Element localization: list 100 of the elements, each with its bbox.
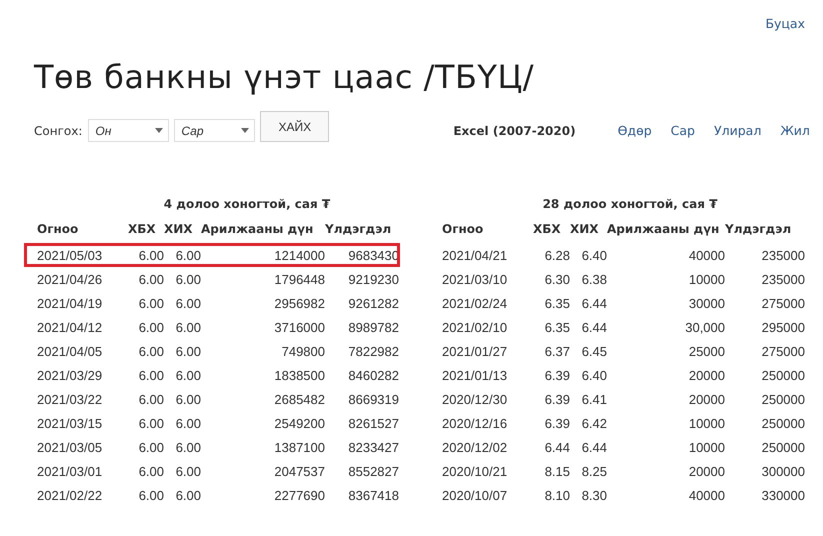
table-cell-text: 8.30	[580, 488, 607, 502]
table-cell-text: 2020/12/16	[442, 416, 508, 430]
column-header: Үлдэгдэл	[325, 222, 392, 236]
table-cell-text: 8.25	[580, 464, 607, 478]
period-link[interactable]: Улирал	[714, 123, 762, 138]
table-cell-text: 275000	[760, 344, 805, 358]
table-cell-text: 2021/04/19	[37, 296, 104, 310]
table-cell-text: 2549200	[273, 416, 325, 430]
table-cell-text: 235000	[760, 272, 805, 286]
table-cell-text: 250000	[760, 392, 805, 406]
table-cell-text: 2021/03/29	[37, 368, 104, 382]
table-cell-text: 6.30	[544, 272, 570, 286]
table-title: 4 долоо хоногтой, сая ₮	[162, 197, 332, 213]
table-cell-text: 6.00	[138, 440, 164, 454]
table-cell-text: 1387100	[273, 440, 325, 454]
table-cell-text: 2021/01/13	[442, 368, 508, 382]
column-header: Арилжааны дүн	[607, 222, 720, 236]
table-cell-text: 2021/04/12	[37, 320, 104, 334]
table-cell-text: 6.44	[580, 296, 607, 310]
table-cell-text: 6.00	[174, 248, 201, 262]
table-cell-text: 8460282	[347, 368, 399, 382]
period-link[interactable]: Сар	[670, 123, 695, 138]
table-cell-text: 6.35	[544, 320, 570, 334]
table-cell-text: 6.00	[138, 272, 164, 286]
table-cell-text: 8552827	[347, 464, 399, 478]
period-link[interactable]: Өдөр	[618, 123, 652, 138]
table-cell-text: 6.00	[138, 488, 164, 502]
month-select[interactable]: Сар	[174, 119, 256, 142]
column-header: ХИХ	[164, 222, 194, 236]
table-cell-text: 6.40	[580, 248, 607, 262]
period-link[interactable]: Жил	[780, 123, 810, 138]
table-cell-text: 2277690	[273, 488, 325, 502]
excel-label: Excel (2007-2020)	[453, 124, 576, 138]
table-cell-text: 2021/05/03	[37, 248, 104, 262]
caret-icon	[241, 128, 250, 133]
table-cell-text: 275000	[760, 296, 805, 310]
table-cell-text: 3716000	[273, 320, 325, 334]
table-cell-text: 8.15	[544, 464, 570, 478]
table-cell-text: 2021/03/22	[37, 392, 104, 406]
column-header: ХБХ	[533, 222, 562, 236]
table-cell-text: 1838500	[273, 368, 325, 382]
column-header: Огноо	[37, 222, 80, 236]
table-cell-text: 1214000	[273, 248, 325, 262]
table-cell-text: 9219230	[347, 272, 399, 286]
table-cell-text: 30,000	[684, 320, 725, 334]
table-cell-text: 6.42	[580, 416, 607, 430]
table-title: 28 долоо хоногтой, сая ₮	[542, 197, 718, 213]
column-header: Арилжааны дүн	[201, 222, 314, 236]
table-cell-text: 295000	[760, 320, 805, 334]
column-header: Огноо	[442, 222, 484, 236]
table-cell-text: 8989782	[347, 320, 399, 334]
table-cell-text: 6.35	[544, 296, 570, 310]
table-cell-text: 235000	[760, 248, 805, 262]
table-cell-text: 6.00	[138, 392, 164, 406]
table-cell-text: 25000	[688, 344, 725, 358]
table-cell-text: 2021/03/15	[37, 416, 104, 430]
table-cell-text: 8367418	[347, 488, 399, 502]
table-cell-text: 1796448	[273, 272, 325, 286]
table-cell-text: 749800	[280, 344, 325, 358]
table-cell-text: 300000	[760, 464, 805, 478]
column-header: ХБХ	[128, 222, 157, 236]
table-cell-text: 40000	[688, 488, 725, 502]
table-cell-text: 8.10	[544, 488, 570, 502]
table-cell-text: 20000	[688, 392, 725, 406]
table-cell-text: 2021/03/10	[442, 272, 508, 286]
table-cell-text: 2021/03/05	[37, 440, 104, 454]
table-cell-text: 2021/04/26	[37, 272, 104, 286]
table-cell-text: 6.00	[174, 344, 201, 358]
table-cell-text: 6.00	[174, 272, 201, 286]
table-cell-text: 10000	[688, 416, 725, 430]
page-title: Төв банкны үнэт цаас /ТБҮЦ/	[34, 57, 536, 97]
table-cell-text: 6.37	[544, 344, 570, 358]
table-cell-text: 9261282	[347, 296, 399, 310]
table-cell-text: 6.00	[174, 296, 201, 310]
search-button[interactable]: ХАЙХ	[260, 111, 330, 142]
table-cell-text: 2047537	[273, 464, 325, 478]
table-cell-text: 40000	[688, 248, 725, 262]
table-cell-text: 2021/04/05	[37, 344, 104, 358]
table-cell-text: 7822982	[347, 344, 399, 358]
table-cell-text: 2021/02/10	[442, 320, 508, 334]
table-cell-text: 6.40	[580, 368, 607, 382]
column-header: ХИХ	[570, 222, 600, 236]
back-link[interactable]: Буцах	[765, 16, 805, 31]
table-cell-text: 2020/10/21	[442, 464, 508, 478]
caret-icon	[155, 128, 164, 133]
table-cell-text: 2021/03/01	[37, 464, 104, 478]
table-cell-text: 6.39	[544, 368, 570, 382]
table-cell-text: 6.00	[174, 368, 201, 382]
table-cell-text: 6.00	[174, 488, 201, 502]
table-cell-text: 250000	[760, 440, 805, 454]
table-cell-text: 20000	[688, 368, 725, 382]
table-cell-text: 30000	[688, 296, 725, 310]
year-select[interactable]: Он	[88, 119, 170, 142]
table-cell-text: 2020/12/30	[442, 392, 508, 406]
table-cell-text: 6.00	[138, 320, 164, 334]
table-cell-text: 6.00	[138, 368, 164, 382]
table-cell-text: 2021/02/22	[37, 488, 104, 502]
table-cell-text: 6.00	[174, 440, 201, 454]
table-cell-text: 2956982	[273, 296, 325, 310]
table-cell-text: 6.00	[174, 464, 201, 478]
